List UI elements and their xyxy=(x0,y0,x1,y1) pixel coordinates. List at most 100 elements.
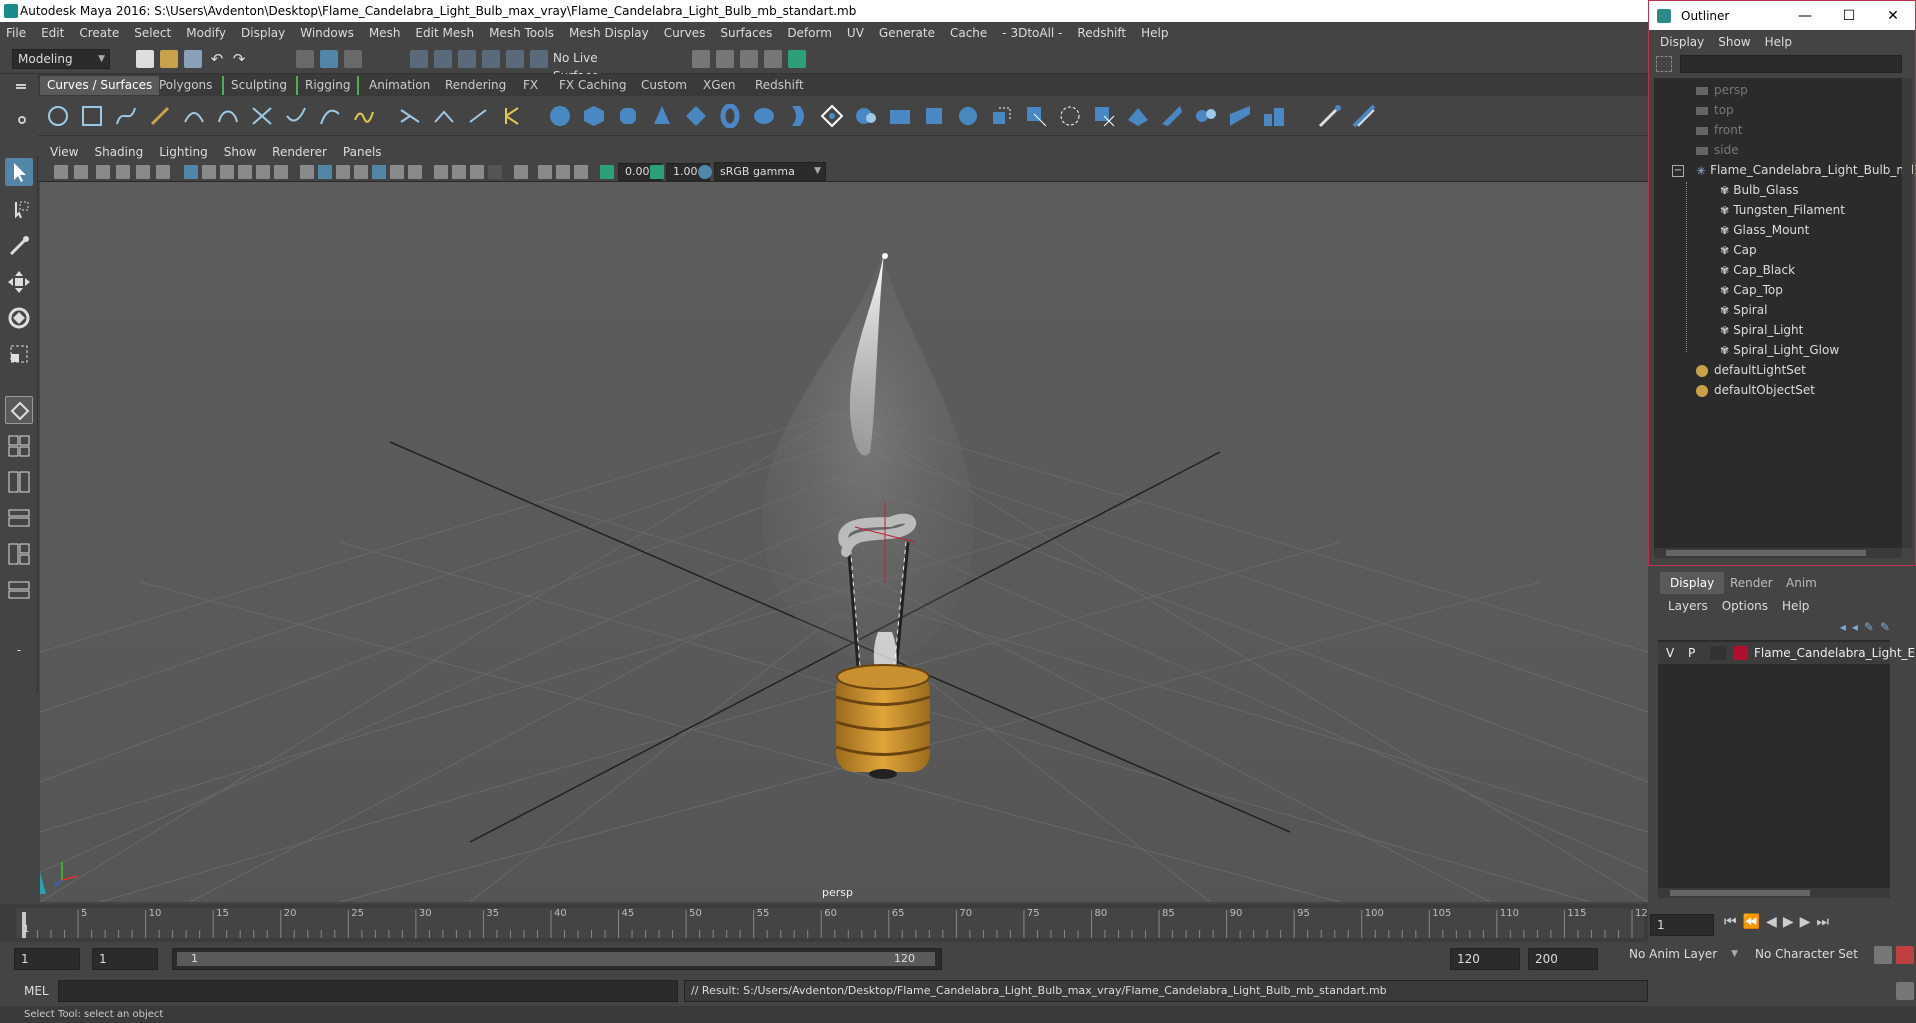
viewport-persp[interactable] xyxy=(40,182,1648,902)
duplicate-curve-icon[interactable] xyxy=(990,104,1014,128)
outliner-search-input[interactable] xyxy=(1680,55,1902,73)
wireframe-on-shaded-icon[interactable] xyxy=(354,165,368,179)
motion-blur-icon[interactable] xyxy=(556,165,570,179)
outliner-item-front[interactable]: front xyxy=(1696,120,1743,140)
menu-windows[interactable]: Windows xyxy=(300,26,354,40)
layer-display-type[interactable] xyxy=(1710,646,1726,660)
detach-curves-icon[interactable] xyxy=(432,104,456,128)
layer-tab-display[interactable]: Display xyxy=(1660,572,1725,594)
panel-menu-lighting[interactable]: Lighting xyxy=(159,145,208,159)
layer-name[interactable]: Flame_Candelabra_Light_E xyxy=(1754,642,1915,664)
layer-row[interactable]: V P Flame_Candelabra_Light_E xyxy=(1658,642,1915,664)
gamma-icon[interactable] xyxy=(650,165,664,179)
auto-key-icon[interactable] xyxy=(1874,946,1892,964)
stitch-icon[interactable] xyxy=(1228,104,1252,128)
layer-horizontal-scrollbar[interactable] xyxy=(1658,888,1890,898)
nurbs-cube-icon[interactable] xyxy=(582,104,606,128)
menu-file[interactable]: File xyxy=(6,26,26,40)
ssao-icon[interactable] xyxy=(538,165,552,179)
character-set-dropdown[interactable]: No Character Set xyxy=(1750,944,1870,966)
live-surface-field[interactable]: No Live Surface xyxy=(548,49,644,83)
select-component-icon[interactable] xyxy=(344,50,362,68)
layer-tab-anim[interactable]: Anim xyxy=(1776,572,1827,594)
menu-deform[interactable]: Deform xyxy=(787,26,832,40)
menu-modify[interactable]: Modify xyxy=(186,26,226,40)
paint-select-tool-icon[interactable] xyxy=(5,232,33,260)
menu-mesh-display[interactable]: Mesh Display xyxy=(569,26,649,40)
go-to-start-icon[interactable]: ⏮ xyxy=(1724,914,1743,930)
snap-view-icon[interactable] xyxy=(482,50,500,68)
step-forward-frame-icon[interactable]: ▶ xyxy=(1800,914,1817,930)
outliner-menu-help[interactable]: Help xyxy=(1765,35,1792,49)
outliner-item-persp[interactable]: persp xyxy=(1696,80,1748,100)
close-icon[interactable]: ✕ xyxy=(1873,1,1913,31)
outliner-item-child[interactable]: ✾ Tungsten_Filament xyxy=(1720,200,1845,220)
bezier-curve-icon[interactable] xyxy=(216,104,240,128)
menu-edit-mesh[interactable]: Edit Mesh xyxy=(415,26,474,40)
panel-menu-renderer[interactable]: Renderer xyxy=(272,145,327,159)
select-tool-icon[interactable] xyxy=(5,158,33,186)
magnet-icon[interactable] xyxy=(530,50,548,68)
isolate-select-icon[interactable] xyxy=(514,165,528,179)
tab-curves-surfaces[interactable]: Curves / Surfaces xyxy=(40,76,160,95)
color-space-dropdown[interactable]: sRGB gamma ▼ xyxy=(714,162,826,181)
nurbs-circle-icon[interactable] xyxy=(46,104,70,128)
menu-edit[interactable]: Edit xyxy=(41,26,64,40)
collapse-icon[interactable]: - xyxy=(5,636,33,664)
grease-pencil-icon[interactable] xyxy=(156,165,170,179)
arc-tool-icon[interactable] xyxy=(182,104,206,128)
panel-menu-show[interactable]: Show xyxy=(224,145,256,159)
snap-surface-icon[interactable] xyxy=(506,50,524,68)
tab-polygons[interactable]: Polygons xyxy=(152,76,219,95)
planar-surface-icon[interactable] xyxy=(786,104,810,128)
camera-select-icon[interactable] xyxy=(54,165,68,179)
outliner-item-child[interactable]: ✾ Spiral_Light_Glow xyxy=(1720,340,1839,360)
save-scene-icon[interactable] xyxy=(184,50,202,68)
play-icon[interactable]: ▶ xyxy=(1783,914,1800,930)
revolve-icon[interactable] xyxy=(500,104,524,128)
layer-tab-render[interactable]: Render xyxy=(1720,572,1783,594)
redo-icon[interactable]: ↷ xyxy=(230,50,248,68)
panel-menu-view[interactable]: View xyxy=(50,145,78,159)
extend-icon[interactable] xyxy=(1126,104,1150,128)
outliner-item-child[interactable]: ✾ Spiral xyxy=(1720,300,1767,320)
film-gate-icon[interactable] xyxy=(202,165,216,179)
menu-uv[interactable]: UV xyxy=(847,26,864,40)
bulb-cap[interactable] xyxy=(835,664,931,779)
step-back-key-icon[interactable]: ⏪ xyxy=(1743,914,1766,930)
command-input[interactable] xyxy=(58,980,678,1002)
four-pane-layout-icon[interactable] xyxy=(5,432,33,460)
tab-fx[interactable]: FX xyxy=(516,76,545,95)
step-back-frame-icon[interactable]: ◀ xyxy=(1766,914,1783,930)
wireframe-icon[interactable] xyxy=(300,165,314,179)
outliner-item-side[interactable]: side xyxy=(1696,140,1739,160)
render-frame-icon[interactable] xyxy=(692,50,710,68)
select-object-icon[interactable] xyxy=(320,50,338,68)
single-pane-layout-icon[interactable] xyxy=(5,396,33,424)
persp-graph-layout-icon[interactable] xyxy=(5,540,33,568)
ipr-render-icon[interactable] xyxy=(740,50,758,68)
snap-grid-icon[interactable] xyxy=(410,50,428,68)
paint-effects-icon[interactable] xyxy=(1318,104,1342,128)
layer-visibility-toggle[interactable]: V xyxy=(1666,642,1674,664)
outliner-item-child[interactable]: ✾ Cap_Black xyxy=(1720,260,1795,280)
snap-point-icon[interactable] xyxy=(458,50,476,68)
move-layer-up-icon[interactable]: ◂ xyxy=(1840,620,1852,634)
menu-redshift[interactable]: Redshift xyxy=(1077,26,1126,40)
tab-xgen[interactable]: XGen xyxy=(696,76,743,95)
animation-end-field[interactable]: 200 xyxy=(1528,948,1598,970)
anti-alias-icon[interactable] xyxy=(574,165,588,179)
maximize-icon[interactable]: ☐ xyxy=(1829,1,1869,31)
safe-action-icon[interactable] xyxy=(274,165,288,179)
playback-end-field[interactable]: 120 xyxy=(1450,948,1520,970)
hypershade-layout-icon[interactable] xyxy=(5,576,33,604)
layer-menu-options[interactable]: Options xyxy=(1722,599,1768,613)
new-layer-icon[interactable]: ✎ xyxy=(1864,620,1880,634)
outliner-item-top[interactable]: top xyxy=(1696,100,1734,120)
menu-surfaces[interactable]: Surfaces xyxy=(720,26,772,40)
smooth-shade-icon[interactable] xyxy=(318,165,332,179)
menu-create[interactable]: Create xyxy=(79,26,119,40)
script-language-label[interactable]: MEL xyxy=(24,984,49,998)
menu-mesh-tools[interactable]: Mesh Tools xyxy=(489,26,554,40)
boundary-icon[interactable] xyxy=(888,104,912,128)
